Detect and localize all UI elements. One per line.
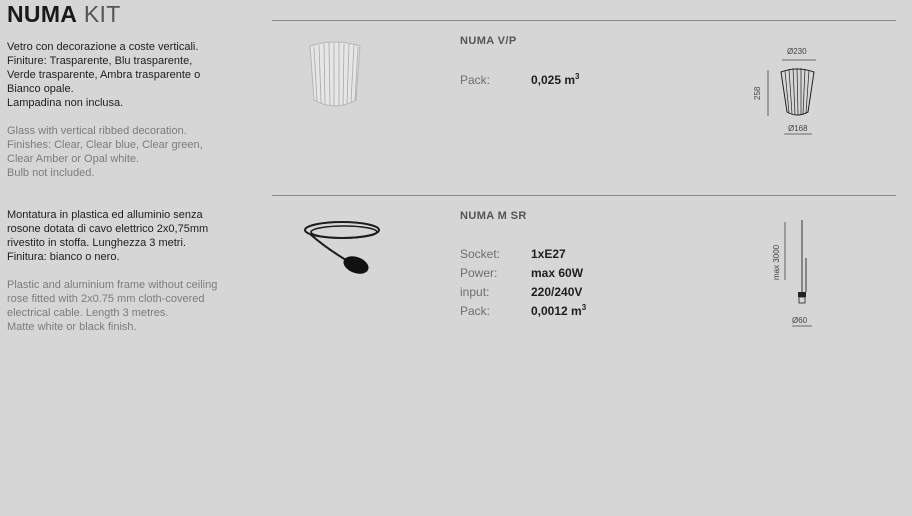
divider-middle — [272, 195, 896, 196]
spec-label-pack: Pack: — [460, 304, 491, 318]
text-line: Plastic and aluminium frame without ceil… — [7, 279, 218, 291]
product-name-numa-vp: NUMA V/P — [460, 35, 517, 47]
unit-superscript: 3 — [575, 72, 580, 81]
text-line: Finiture: Trasparente, Blu trasparente, — [7, 55, 193, 67]
spec-value-pack: 0,0012 m3 — [531, 303, 587, 318]
unit-superscript: 3 — [581, 303, 587, 312]
spec-value-pack: 0,025 m3 — [531, 72, 580, 87]
section2-english-description: Plastic and aluminium frame without ceil… — [7, 278, 217, 334]
text-line: Bulb not included. — [7, 167, 95, 179]
brand-name: NUMA — [7, 1, 78, 27]
text-line: Glass with vertical ribbed decoration. — [7, 125, 187, 137]
cable-technical-drawing — [784, 220, 812, 327]
dimension-top-diameter: Ø230 — [787, 47, 807, 56]
text-line: rose fitted with 2x0.75 mm cloth-covered — [7, 293, 205, 305]
spec-label-input: input: — [460, 285, 490, 299]
text-line: Clear Amber or Opal white. — [7, 153, 140, 165]
spec-value-socket: 1xE27 — [531, 247, 566, 261]
text-line: Finishes: Clear, Clear blue, Clear green… — [7, 139, 203, 151]
text-line: Verde trasparente, Ambra trasparente o — [7, 69, 201, 81]
dimension-bottom-diameter: Ø60 — [792, 316, 808, 325]
text-line: Vetro con decorazione a coste verticali. — [7, 41, 199, 53]
text-line: electrical cable. Length 3 metres. — [7, 307, 169, 319]
text-line: Lampadina non inclusa. — [7, 97, 124, 109]
text-line: rosone dotata di cavo elettrico 2x0,75mm — [7, 223, 209, 235]
text-line: Bianco opale. — [7, 83, 74, 95]
spec-label-power: Power: — [460, 266, 498, 280]
section1-english-description: Glass with vertical ribbed decoration. F… — [7, 124, 203, 180]
text-line: Montatura in plastica ed alluminio senza — [7, 209, 203, 221]
text-line: Finitura: bianco o nero. — [7, 251, 120, 263]
text-line: rivestito in stoffa. Lunghezza 3 metri. — [7, 237, 186, 249]
divider-top — [272, 20, 896, 21]
spec-label-pack: Pack: — [460, 73, 491, 87]
glass-shade-image — [309, 41, 361, 107]
dimension-cable-length: max 3000 — [772, 244, 781, 280]
product-name-numa-m-sr: NUMA M SR — [460, 210, 527, 222]
section2-italian-description: Montatura in plastica ed alluminio senza… — [7, 208, 208, 264]
spec-value-input: 220/240V — [531, 285, 583, 299]
cable-fitting-image — [304, 221, 380, 274]
text-line: Matte white or black finish. — [7, 321, 137, 333]
section1-italian-description: Vetro con decorazione a coste verticali.… — [7, 40, 200, 110]
dimension-height: 258 — [753, 86, 762, 100]
page-title: NUMA KIT — [7, 1, 121, 28]
spec-label-socket: Socket: — [460, 247, 501, 261]
dimension-bottom-diameter: Ø168 — [788, 124, 808, 133]
spec-value-power: max 60W — [531, 266, 584, 280]
title-subtitle: KIT — [83, 1, 121, 27]
